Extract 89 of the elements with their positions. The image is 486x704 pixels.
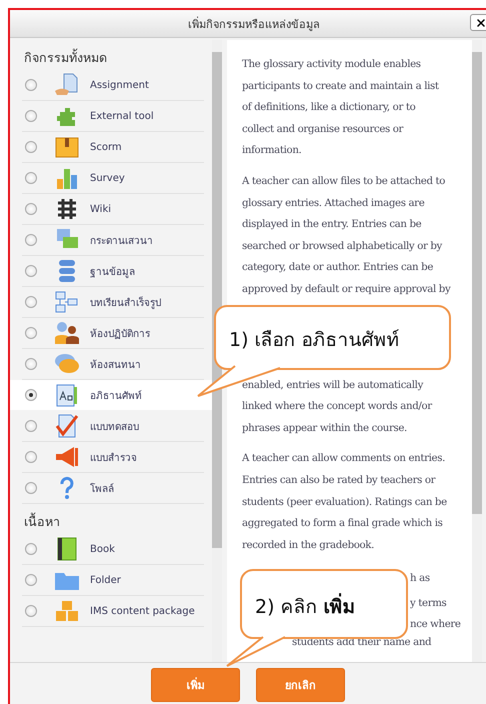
radio-button[interactable] <box>25 451 37 463</box>
activity-label: Folder <box>90 574 121 586</box>
description-text: linked where the concept words and/or <box>242 400 432 414</box>
activity-label: แบบทดสอบ <box>90 420 139 434</box>
activity-option[interactable]: Scorm <box>22 132 204 163</box>
activity-label: กระดานเสวนา <box>90 234 153 248</box>
activity-label: ห้องสนทนา <box>90 358 141 372</box>
megaphone-icon <box>54 445 80 469</box>
activity-option[interactable]: แบบทดสอบ <box>22 411 204 442</box>
activity-option[interactable]: External tool <box>22 101 204 132</box>
activity-label: ฐานข้อมูล <box>90 266 135 278</box>
radio-button[interactable] <box>25 482 37 494</box>
callout-text: 1) เลือก อภิธานศัพท์ <box>229 328 400 353</box>
description-text: glossary entries. Attached images are <box>242 196 424 211</box>
description-text: collect and organise resources or <box>242 122 404 137</box>
description-text: nce where <box>410 618 461 632</box>
activity-label: ห้องปฏิบัติการ <box>90 328 150 340</box>
scrollbar-thumb[interactable] <box>472 52 482 514</box>
description-text: h as <box>410 572 430 586</box>
activity-label: External tool <box>90 110 154 122</box>
activity-label: Wiki <box>90 204 112 214</box>
dictionary-icon <box>54 383 80 407</box>
radio-button[interactable] <box>25 327 37 339</box>
activity-option[interactable]: Book <box>22 534 204 565</box>
description-text: A teacher can allow comments on entries. <box>242 452 446 466</box>
activity-label: บทเรียนสำเร็จรูป <box>90 295 161 310</box>
radio-button[interactable] <box>25 543 37 555</box>
radio-button[interactable] <box>25 420 37 432</box>
hand-document-icon <box>54 73 80 97</box>
radio-button[interactable] <box>25 574 37 586</box>
description-text: category, date or author. Entries can be <box>242 261 433 276</box>
activity-option[interactable]: บทเรียนสำเร็จรูป <box>22 287 204 318</box>
activity-option[interactable]: กระดานเสวนา <box>22 225 204 256</box>
speech-bubbles-icon <box>54 352 80 376</box>
radio-button[interactable] <box>25 296 37 308</box>
activity-option[interactable]: IMS content package <box>22 596 204 627</box>
activity-option[interactable]: ฐานข้อมูล <box>22 256 204 287</box>
close-icon <box>475 16 486 28</box>
section-heading: กิจกรรมทั้งหมด <box>23 48 108 67</box>
people-icon <box>54 321 80 345</box>
bar-chart-icon <box>54 166 80 190</box>
description-text: approved by default or require approval by <box>242 282 450 297</box>
description-text: students (peer evaluation). Ratings can be <box>242 496 447 510</box>
activity-option[interactable]: Survey <box>22 163 204 194</box>
radio-button[interactable] <box>25 110 37 122</box>
callout-text: 2) คลิก เพิ่ม <box>255 591 356 621</box>
box-icon <box>54 135 80 159</box>
activity-label: Assignment <box>90 80 149 90</box>
radio-button[interactable] <box>25 389 37 401</box>
close-button[interactable] <box>470 14 486 31</box>
radio-button[interactable] <box>25 265 37 277</box>
activity-label: IMS content package <box>90 606 195 616</box>
activity-label: อภิธานศัพท์ <box>90 389 142 402</box>
activity-label: โพลล์ <box>90 482 114 496</box>
description-text: y terms <box>410 597 446 612</box>
boxes-icon <box>54 599 80 623</box>
description-text: of definitions, like a dictionary, or to <box>242 101 416 116</box>
activity-option[interactable]: แบบสำรวจ <box>22 442 204 473</box>
dialog-title: เพิ่มกิจกรรมหรือแหล่งข้อมูล <box>188 16 320 32</box>
section-heading: เนื้อหา <box>23 512 61 531</box>
description-text: displayed in the entry. Entries can be <box>242 218 422 232</box>
radio-button[interactable] <box>25 605 37 617</box>
description-text: participants to create and maintain a list <box>242 80 439 94</box>
description-text: A teacher can allow files to be attached to <box>242 174 446 189</box>
activity-option[interactable]: Wiki <box>22 194 204 225</box>
description-text: recorded in the gradebook. <box>242 538 374 553</box>
description-text: information. <box>242 144 302 158</box>
activity-label: Survey <box>90 172 125 184</box>
activity-option[interactable]: โพลล์ <box>22 473 204 504</box>
radio-button[interactable] <box>25 358 37 370</box>
radio-button[interactable] <box>25 141 37 153</box>
description-text: enabled, entries will be automatically <box>242 378 423 393</box>
description-text: searched or browsed alphabetically or by <box>242 240 442 254</box>
radio-button[interactable] <box>25 172 37 184</box>
description-text: The glossary activity module enables <box>242 58 421 72</box>
radio-button[interactable] <box>25 79 37 91</box>
activity-label: Book <box>90 544 115 554</box>
activity-option[interactable]: Folder <box>22 565 204 596</box>
activity-label: แบบสำรวจ <box>90 452 137 464</box>
activity-option[interactable]: Assignment <box>22 70 204 101</box>
checkmark-document-icon <box>54 414 80 438</box>
description-text: Entries can also be rated by teachers or <box>242 474 436 488</box>
radio-button[interactable] <box>25 234 37 246</box>
activity-option[interactable]: ห้องปฏิบัติการ <box>22 318 204 349</box>
activity-label: Scorm <box>90 142 122 152</box>
description-text: phrases appear within the course. <box>242 422 407 436</box>
description-text: aggregated to form a final grade which is <box>242 517 443 532</box>
radio-button[interactable] <box>25 203 37 215</box>
flowchart-icon <box>54 290 80 314</box>
